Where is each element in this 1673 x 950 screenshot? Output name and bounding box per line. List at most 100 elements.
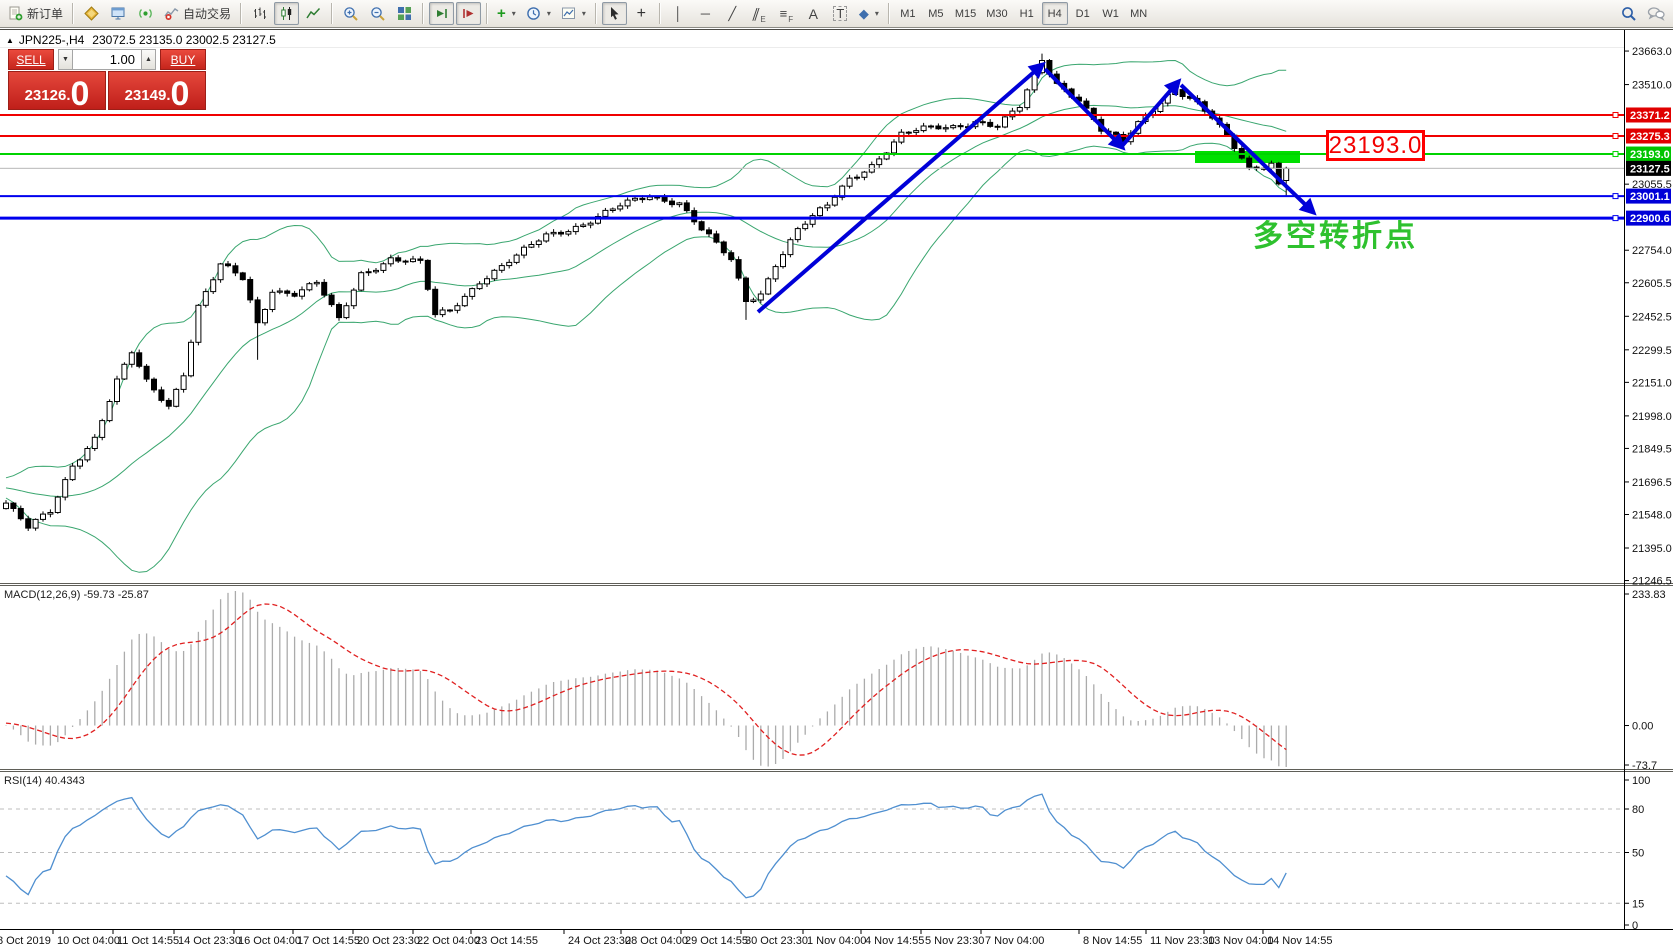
text-label-button[interactable]: T bbox=[828, 2, 853, 25]
search-icon bbox=[1621, 6, 1637, 22]
svg-text:23001.1: 23001.1 bbox=[1630, 191, 1670, 203]
chart-info-bar: ▲JPN225-,H423072.5 23135.0 23002.5 23127… bbox=[6, 33, 276, 47]
zoom-out-button[interactable] bbox=[365, 2, 390, 25]
buy-price-int: 23149 bbox=[125, 88, 167, 103]
chevron-down-icon: ▾ bbox=[547, 9, 551, 18]
buy-price-button[interactable]: 23149.0 bbox=[108, 71, 206, 110]
axis-tick-label: 22605.5 bbox=[1632, 278, 1672, 290]
volume-increase-button[interactable]: ▲ bbox=[141, 49, 156, 70]
chat-icon bbox=[1647, 6, 1665, 21]
auto-trading-button[interactable]: 自动交易 bbox=[160, 2, 235, 25]
text-tool-button[interactable]: A bbox=[801, 2, 826, 25]
toolbar-separator bbox=[422, 3, 424, 24]
chat-button[interactable] bbox=[1643, 2, 1669, 25]
auto-scroll-button[interactable] bbox=[429, 2, 454, 25]
tile-windows-button[interactable] bbox=[392, 2, 417, 25]
horizontal-line-icon: ─ bbox=[701, 7, 710, 20]
buy-button[interactable]: BUY bbox=[160, 49, 206, 70]
auto-scroll-icon bbox=[434, 6, 449, 21]
market-watch-button[interactable] bbox=[79, 2, 104, 25]
candle-chart-icon bbox=[279, 6, 294, 21]
axis-tick-label: 21849.5 bbox=[1632, 443, 1672, 455]
timeframe-m5-button[interactable]: M5 bbox=[923, 2, 949, 25]
crosshair-button[interactable]: + bbox=[629, 2, 654, 25]
price-level-annotation[interactable]: 23193.0 bbox=[1326, 130, 1425, 161]
axis-tick-label: 80 bbox=[1632, 804, 1644, 816]
cursor-button[interactable] bbox=[602, 2, 627, 25]
new-order-button[interactable]: 新订单 bbox=[4, 2, 67, 25]
shapes-button[interactable]: ◆ ▾ bbox=[855, 2, 883, 25]
timeframe-w1-button[interactable]: W1 bbox=[1098, 2, 1124, 25]
line-chart-icon bbox=[306, 6, 321, 21]
svg-text:23127.5: 23127.5 bbox=[1630, 163, 1670, 175]
turning-point-annotation[interactable]: 多空转折点 bbox=[1253, 211, 1418, 255]
zoom-out-icon bbox=[370, 6, 386, 22]
axis-tick-label: 23663.0 bbox=[1632, 46, 1672, 58]
time-axis-label: 20 Oct 23:30 bbox=[357, 935, 420, 947]
candle-chart-button[interactable] bbox=[274, 2, 299, 25]
sell-price-pip: 0 bbox=[70, 81, 89, 108]
time-axis-label: 16 Oct 04:00 bbox=[238, 935, 301, 947]
trendline-button[interactable]: ╱ bbox=[720, 2, 745, 25]
timeframe-m30-button[interactable]: M30 bbox=[982, 2, 1011, 25]
timeframe-h4-button[interactable]: H4 bbox=[1042, 2, 1068, 25]
chevron-down-icon: ▾ bbox=[875, 9, 879, 18]
axis-tick-label: 100 bbox=[1632, 775, 1650, 787]
ohlc-label: 23072.5 23135.0 23002.5 23127.5 bbox=[92, 33, 276, 47]
buy-price-pip: 0 bbox=[170, 81, 189, 108]
svg-text:23275.3: 23275.3 bbox=[1630, 131, 1670, 143]
time-axis-label: 22 Oct 04:00 bbox=[417, 935, 480, 947]
search-button[interactable] bbox=[1616, 2, 1641, 25]
axis-tick-label: 21998.0 bbox=[1632, 411, 1672, 423]
indicators-button[interactable]: + ▾ bbox=[493, 2, 520, 25]
horizontal-line-button[interactable]: ─ bbox=[693, 2, 718, 25]
level-lines[interactable] bbox=[0, 112, 1624, 220]
zoom-in-button[interactable] bbox=[338, 2, 363, 25]
time-axis-label: 11 Nov 23:30 bbox=[1150, 935, 1215, 947]
time-axis-label: 8 Oct 2019 bbox=[0, 935, 51, 947]
line-chart-button[interactable] bbox=[301, 2, 326, 25]
candles[interactable] bbox=[4, 54, 1289, 531]
strategy-tester-button[interactable] bbox=[133, 2, 158, 25]
axis-tick-label: 22754.0 bbox=[1632, 245, 1672, 257]
sell-button[interactable]: SELL bbox=[8, 49, 54, 70]
timeframe-m1-button[interactable]: M1 bbox=[895, 2, 921, 25]
timeframe-d1-button[interactable]: D1 bbox=[1070, 2, 1096, 25]
templates-button[interactable]: ▾ bbox=[557, 2, 590, 25]
volume-decrease-button[interactable]: ▼ bbox=[58, 49, 73, 70]
sell-price-button[interactable]: 23126.0 bbox=[8, 71, 106, 110]
fibonacci-button[interactable]: ≡ F bbox=[774, 2, 799, 25]
time-axis-label: 30 Oct 23:30 bbox=[745, 935, 808, 947]
equidistant-channel-button[interactable]: ∥ E bbox=[747, 2, 772, 25]
collapse-panel-icon[interactable]: ▲ bbox=[6, 36, 14, 45]
axis-tick-label: 233.83 bbox=[1632, 589, 1666, 601]
vertical-line-button[interactable]: │ bbox=[666, 2, 691, 25]
axis-tick-label: 22299.5 bbox=[1632, 345, 1672, 357]
axis-tick-label: 0 bbox=[1632, 920, 1638, 932]
timeframe-h1-button[interactable]: H1 bbox=[1014, 2, 1040, 25]
price-axis[interactable]: 23663.023510.023055.522754.022605.522452… bbox=[1624, 30, 1672, 932]
trend-arrow bbox=[1181, 85, 1313, 212]
time-axis-label: 29 Oct 14:55 bbox=[685, 935, 748, 947]
time-axis[interactable]: 8 Oct 201910 Oct 04:0011 Oct 14:5514 Oct… bbox=[0, 929, 1673, 947]
time-axis-label: 11 Oct 14:55 bbox=[117, 935, 179, 947]
text-tool-icon: A bbox=[809, 7, 818, 21]
auto-trading-label: 自动交易 bbox=[183, 5, 231, 22]
terminal-window-button[interactable] bbox=[106, 2, 131, 25]
toolbar-separator bbox=[240, 3, 242, 24]
zoom-in-icon bbox=[343, 6, 359, 22]
timeframe-mn-button[interactable]: MN bbox=[1126, 2, 1152, 25]
chart-shift-button[interactable] bbox=[456, 2, 481, 25]
time-axis-label: 1 Nov 04:00 bbox=[807, 935, 866, 947]
bar-chart-button[interactable] bbox=[247, 2, 272, 25]
shapes-icon: ◆ bbox=[859, 7, 869, 20]
toolbar: 新订单 自动交易 + ▾ ▾ bbox=[0, 0, 1673, 28]
timeframe-m15-button[interactable]: M15 bbox=[951, 2, 980, 25]
periods-button[interactable]: ▾ bbox=[522, 2, 555, 25]
time-axis-label: 13 Nov 04:00 bbox=[1208, 935, 1273, 947]
one-click-trading-panel: SELL ▼ ▲ BUY 23126.0 23149.0 bbox=[8, 49, 206, 110]
axis-tick-label: 21696.5 bbox=[1632, 477, 1672, 489]
volume-input[interactable] bbox=[73, 49, 141, 70]
indicators-icon: + bbox=[497, 6, 506, 21]
time-axis-label: 14 Oct 23:30 bbox=[178, 935, 241, 947]
